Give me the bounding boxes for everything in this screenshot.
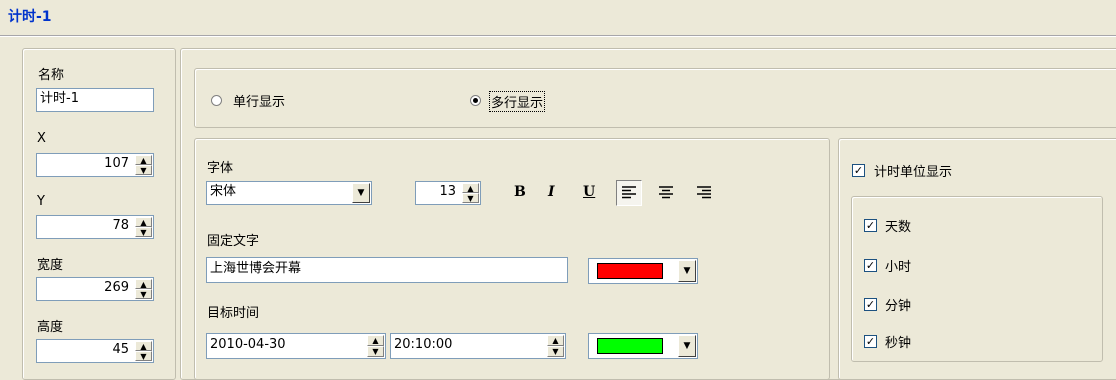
spin-up-icon[interactable]: ▲ [462,183,479,193]
target-time-color-swatch [597,338,663,354]
spin-down-icon[interactable]: ▼ [547,346,564,357]
time-spinner[interactable]: ▲ ▼ [547,335,564,357]
align-left-button[interactable] [616,180,642,206]
target-time-value: 20:10:00 [394,337,453,352]
width-spinner[interactable]: ▲ ▼ [135,279,152,299]
spin-down-icon[interactable]: ▼ [135,351,152,361]
minutes-checkbox[interactable]: ✓ [864,298,877,311]
spin-up-icon[interactable]: ▲ [135,217,152,227]
x-value: 107 [104,156,129,171]
single-line-label[interactable]: 单行显示 [233,91,285,110]
hours-label[interactable]: 小时 [885,256,911,275]
target-date-value: 2010-04-30 [210,337,286,352]
font-size-spinner[interactable]: ▲ ▼ [462,183,479,203]
chevron-down-icon[interactable]: ▼ [678,335,696,357]
target-date-field[interactable]: 2010-04-30 ▲ ▼ [206,333,386,359]
y-value: 78 [112,218,129,233]
hours-checkbox[interactable]: ✓ [864,259,877,272]
x-field[interactable]: 107 ▲ ▼ [36,153,154,177]
spin-up-icon[interactable]: ▲ [367,335,384,346]
width-field[interactable]: 269 ▲ ▼ [36,277,154,301]
font-label: 字体 [207,161,234,176]
window-title: 计时-1 [8,9,52,25]
days-checkbox[interactable]: ✓ [864,219,877,232]
single-line-radio[interactable] [211,95,222,106]
align-right-button[interactable] [692,181,716,205]
spin-up-icon[interactable]: ▲ [135,341,152,351]
height-field[interactable]: 45 ▲ ▼ [36,339,154,363]
font-size-value: 13 [439,184,456,199]
chevron-down-icon[interactable]: ▼ [352,183,370,203]
width-value: 269 [104,280,129,295]
italic-button[interactable]: I [548,184,555,200]
align-center-button[interactable] [654,181,678,205]
spin-up-icon[interactable]: ▲ [135,279,152,289]
spin-down-icon[interactable]: ▼ [135,165,152,175]
bold-button[interactable]: B [514,184,526,200]
font-family-select[interactable]: 宋体 ▼ [206,181,372,205]
seconds-label[interactable]: 秒钟 [885,332,911,351]
y-field[interactable]: 78 ▲ ▼ [36,215,154,239]
title-divider [0,35,1116,37]
underline-button[interactable]: U [583,184,595,200]
show-units-checkbox[interactable]: ✓ [852,164,865,177]
fixed-text-color-swatch [597,263,663,279]
x-spinner[interactable]: ▲ ▼ [135,155,152,175]
spin-up-icon[interactable]: ▲ [135,155,152,165]
fixed-text-color-picker[interactable]: ▼ [588,258,698,284]
height-spinner[interactable]: ▲ ▼ [135,341,152,361]
font-family-value: 宋体 [210,184,237,199]
multi-line-label[interactable]: 多行显示 [489,91,546,112]
align-right-icon [697,186,711,199]
minutes-label[interactable]: 分钟 [885,295,911,314]
target-time-label: 目标时间 [207,306,260,321]
y-spinner[interactable]: ▲ ▼ [135,217,152,237]
chevron-down-icon[interactable]: ▼ [678,260,696,282]
date-spinner[interactable]: ▲ ▼ [367,335,384,357]
seconds-checkbox[interactable]: ✓ [864,335,877,348]
spin-down-icon[interactable]: ▼ [462,193,479,203]
target-time-field[interactable]: 20:10:00 ▲ ▼ [390,333,566,359]
show-units-label[interactable]: 计时单位显示 [874,161,952,180]
spin-down-icon[interactable]: ▼ [367,346,384,357]
display-mode-group [194,68,1116,128]
spin-down-icon[interactable]: ▼ [135,289,152,299]
target-time-color-picker[interactable]: ▼ [588,333,698,359]
fixed-text-label: 固定文字 [207,234,260,249]
align-left-icon [622,186,636,199]
height-label: 高度 [37,320,64,335]
align-center-icon [659,186,673,199]
spin-down-icon[interactable]: ▼ [135,227,152,237]
multi-line-radio[interactable] [470,95,481,106]
name-field[interactable]: 计时-1 [36,88,154,112]
days-label[interactable]: 天数 [885,216,911,235]
x-label: X [37,131,46,146]
width-label: 宽度 [37,258,64,273]
name-label: 名称 [38,68,65,83]
font-size-field[interactable]: 13 ▲ ▼ [415,181,481,205]
spin-up-icon[interactable]: ▲ [547,335,564,346]
height-value: 45 [112,342,129,357]
y-label: Y [37,194,45,209]
fixed-text-field[interactable]: 上海世博会开幕 [206,257,568,283]
